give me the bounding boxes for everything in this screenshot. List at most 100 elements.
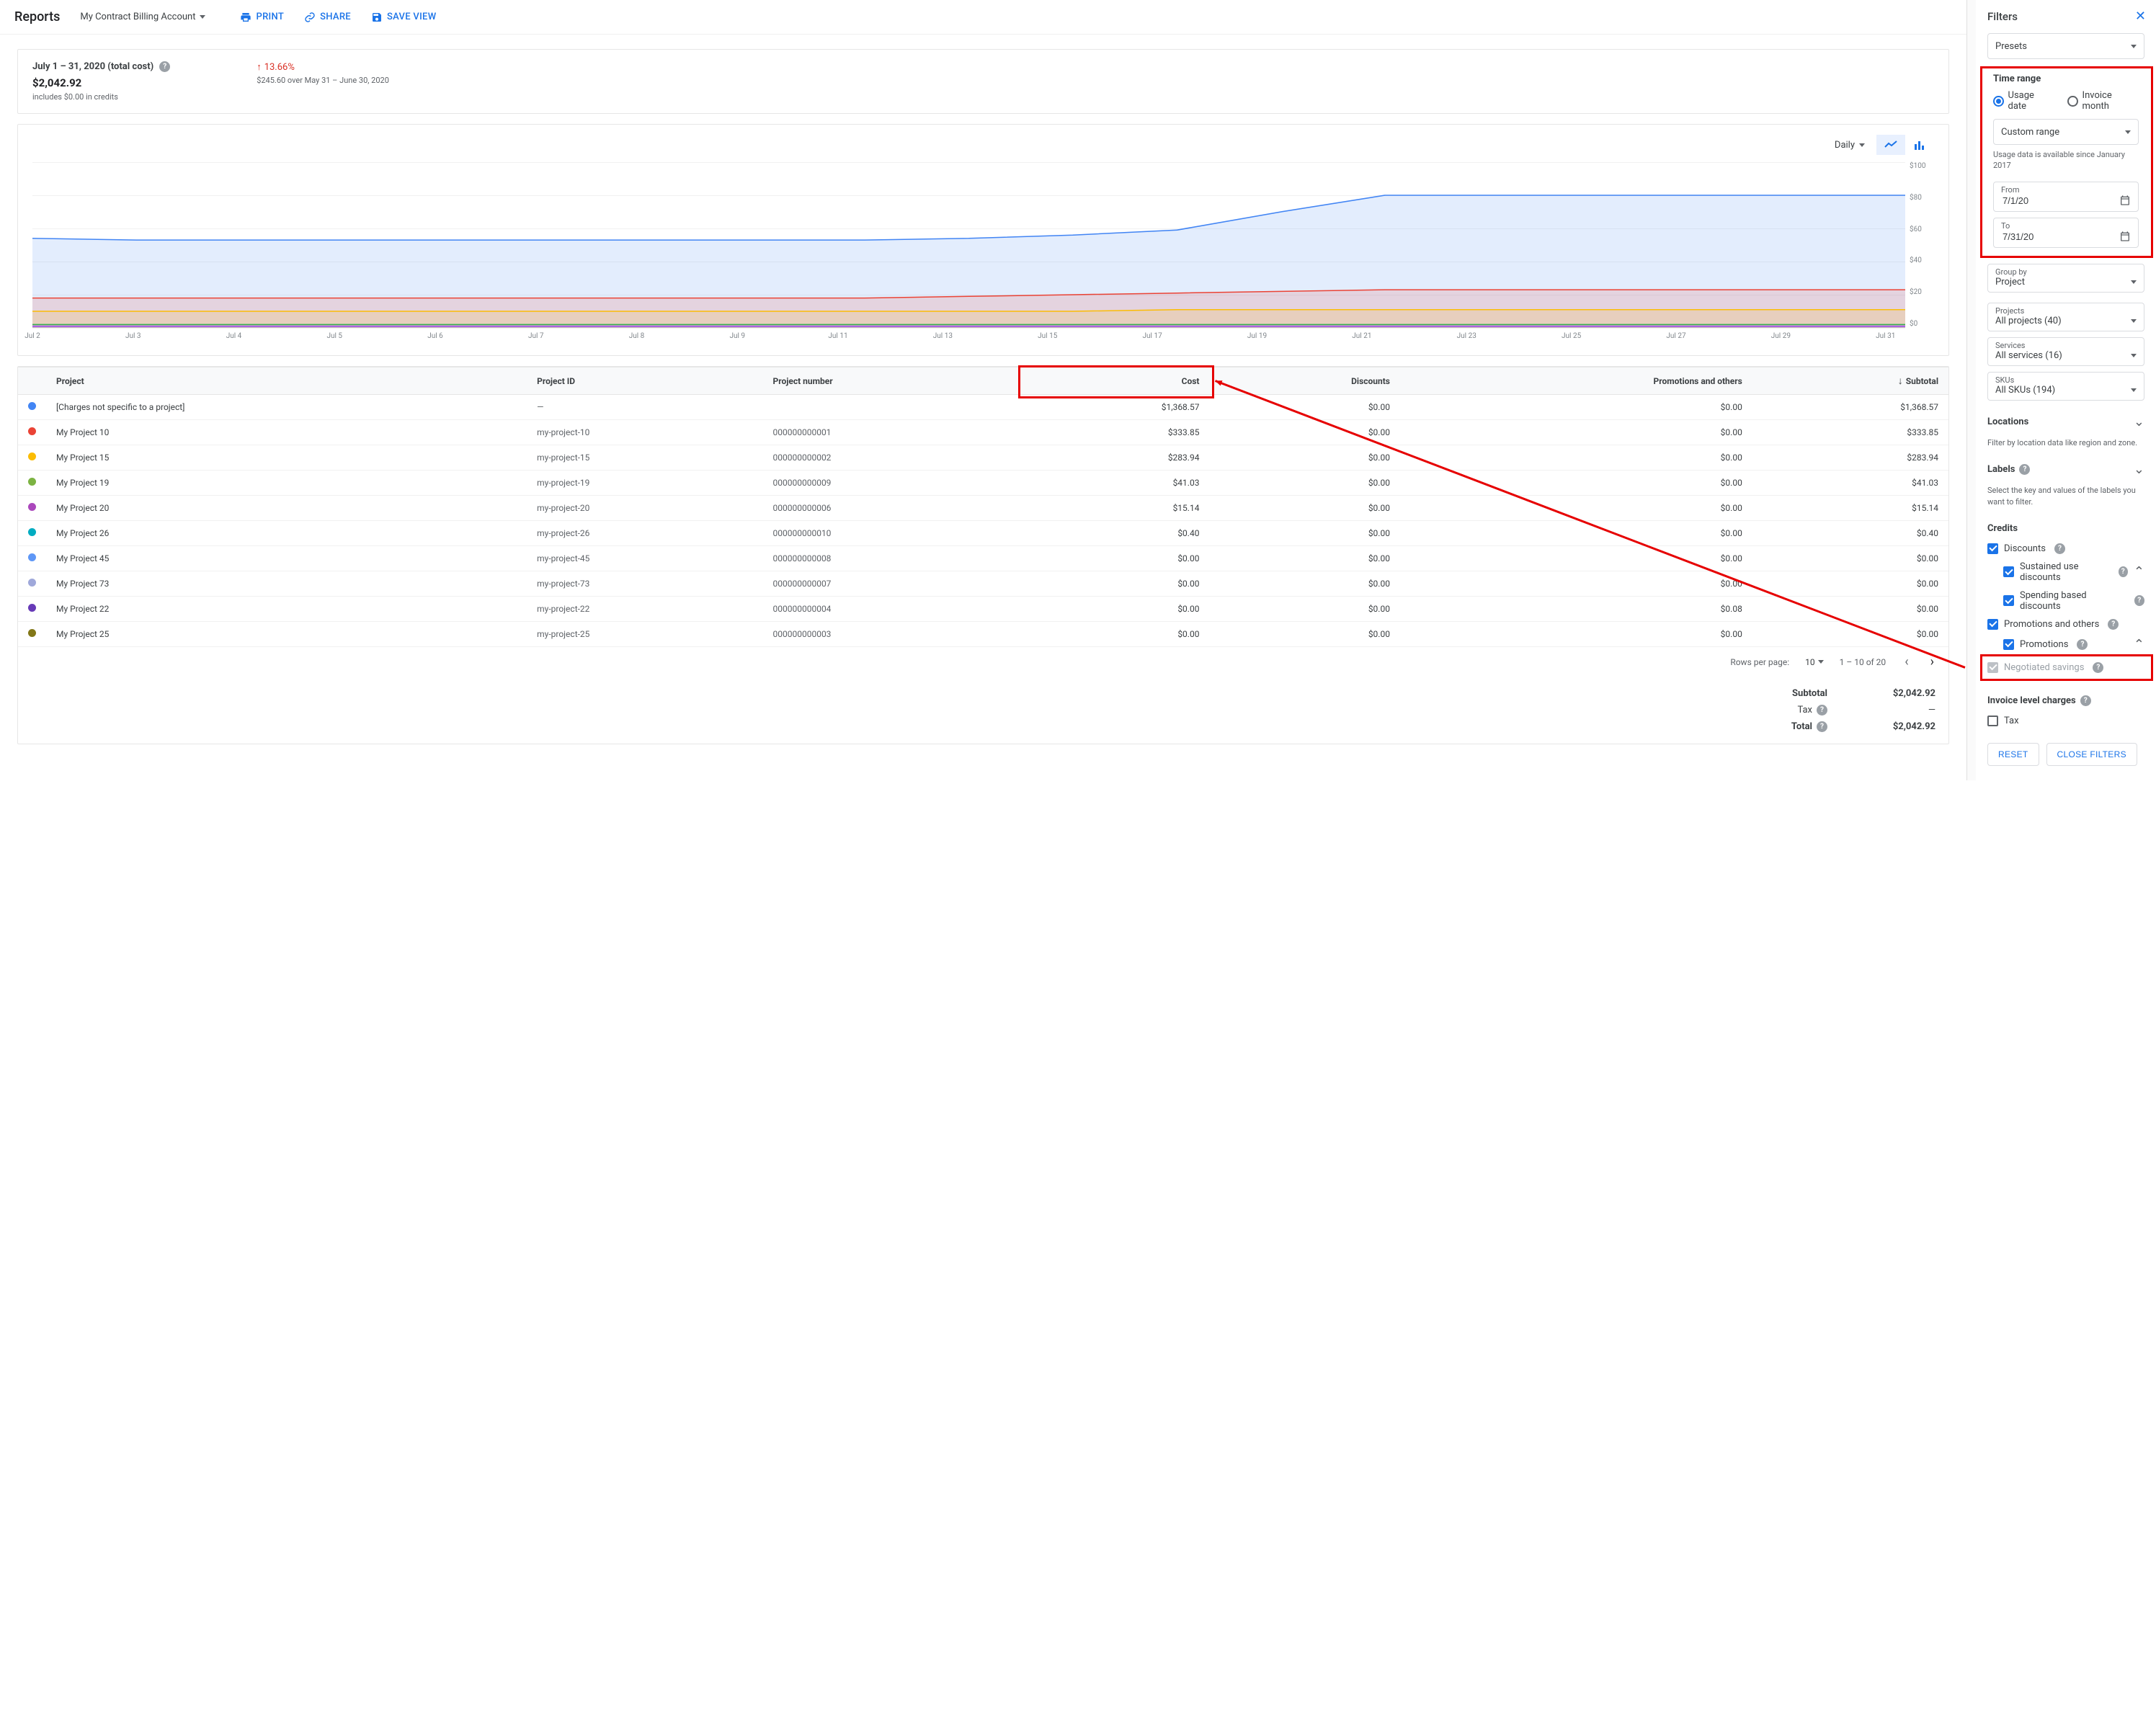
chevron-up-icon[interactable]: ⌃ (2134, 564, 2144, 579)
credits-title: Credits (1987, 523, 2144, 534)
table-row[interactable]: My Project 19my-project-19000000000009$4… (18, 471, 1948, 496)
help-icon[interactable]: ? (2119, 566, 2128, 577)
page-range: 1 – 10 of 20 (1840, 657, 1886, 667)
chevron-up-icon[interactable]: ⌃ (2134, 637, 2144, 652)
chevron-down-icon (2131, 45, 2137, 48)
table-row[interactable]: [Charges not specific to a project]—$1,3… (18, 395, 1948, 420)
calendar-icon[interactable] (2119, 231, 2131, 242)
credits-note: includes $0.00 in credits (32, 92, 170, 102)
help-icon[interactable]: ? (2080, 695, 2091, 706)
invoice-month-radio[interactable]: Invoice month (2067, 90, 2139, 112)
table-card: ProjectProject IDProject numberCostDisco… (17, 366, 1949, 744)
chevron-down-icon (2131, 319, 2137, 323)
delta-note: $245.60 over May 31 – June 30, 2020 (257, 76, 389, 85)
discounts-checkbox[interactable]: Discounts ? (1987, 540, 2144, 558)
table-row[interactable]: My Project 22my-project-22000000000004$0… (18, 597, 1948, 622)
totals-section: Subtotal$2,042.92 Tax?— Total?$2,042.92 (18, 677, 1948, 744)
help-icon[interactable]: ? (2093, 662, 2103, 673)
locations-section-toggle[interactable]: Locations ⌄ (1987, 411, 2144, 433)
line-chart-button[interactable] (1876, 135, 1905, 155)
help-icon[interactable]: ? (2077, 639, 2088, 650)
presets-select[interactable]: Presets (1987, 33, 2144, 59)
sustained-use-checkbox[interactable]: Sustained use discounts ? ⌃ (2003, 558, 2144, 587)
chart-card: Daily $100$80$60$40$20$0 Jul 2Jul 3Jul 4… (17, 124, 1949, 356)
help-icon[interactable]: ? (1817, 721, 1827, 732)
from-date-field[interactable]: From (1993, 182, 2139, 212)
spending-based-checkbox[interactable]: Spending based discounts ? (2003, 587, 2144, 615)
bar-chart-button[interactable] (1905, 135, 1934, 155)
share-button[interactable]: SHARE (304, 12, 351, 23)
total-amount: $2,042.92 (32, 76, 170, 89)
pager: Rows per page: 10 1 – 10 of 20 ‹ › (18, 647, 1948, 677)
save-icon (371, 12, 383, 23)
summary-card: July 1 – 31, 2020 (total cost) ? $2,042.… (17, 49, 1949, 114)
topbar: Reports My Contract Billing Account PRIN… (0, 0, 1966, 35)
col-project-id: Project ID (527, 367, 762, 395)
print-icon (240, 12, 251, 23)
filters-panel: Filters ✕ Presets Time range Usage date … (1976, 0, 2156, 780)
help-icon[interactable]: ? (2054, 543, 2065, 554)
checkbox-on-icon (2003, 595, 2014, 606)
range-preset-select[interactable]: Custom range (1993, 119, 2139, 145)
rows-per-page-select[interactable]: 10 (1805, 657, 1824, 667)
invoice-charges-title: Invoice level charges (1987, 695, 2076, 706)
from-date-input[interactable] (2001, 195, 2073, 207)
chevron-down-icon (2131, 354, 2137, 357)
account-name: My Contract Billing Account (80, 12, 195, 22)
table-row[interactable]: My Project 26my-project-26000000000010$0… (18, 521, 1948, 546)
table-row[interactable]: My Project 20my-project-20000000000006$1… (18, 496, 1948, 521)
close-icon[interactable]: ✕ (2135, 9, 2146, 24)
prev-page-button[interactable]: ‹ (1902, 654, 1911, 669)
help-icon[interactable]: ? (2134, 595, 2144, 606)
tax-value: — (1871, 705, 1936, 716)
group-by-select[interactable]: Group by Project (1987, 264, 2144, 293)
col-discounts: Discounts (1209, 367, 1400, 395)
to-date-input[interactable] (2001, 231, 2073, 243)
services-select[interactable]: Services All services (16) (1987, 337, 2144, 366)
help-icon[interactable]: ? (159, 61, 170, 72)
table-row[interactable]: My Project 73my-project-73000000000007$0… (18, 571, 1948, 597)
subtotal-value: $2,042.92 (1871, 688, 1936, 699)
labels-section-toggle[interactable]: Labels ? ⌄ (1987, 458, 2144, 481)
total-value: $2,042.92 (1871, 721, 1936, 732)
delta-indicator: ↑ 13.66% (257, 61, 389, 73)
next-page-button[interactable]: › (1928, 654, 1937, 669)
cost-table: ProjectProject IDProject numberCostDisco… (18, 367, 1948, 647)
to-date-field[interactable]: To (1993, 218, 2139, 248)
skus-select[interactable]: SKUs All SKUs (194) (1987, 372, 2144, 401)
table-row[interactable]: My Project 15my-project-15000000000002$2… (18, 445, 1948, 471)
account-selector[interactable]: My Contract Billing Account (80, 12, 205, 22)
checkbox-on-icon (1987, 543, 1998, 554)
granularity-selector[interactable]: Daily (1835, 140, 1865, 151)
chart-area: $100$80$60$40$20$0 Jul 2Jul 3Jul 4Jul 5J… (32, 162, 1934, 349)
table-row[interactable]: My Project 10my-project-10000000000001$3… (18, 420, 1948, 445)
chevron-down-icon (1818, 660, 1824, 664)
print-button[interactable]: PRINT (240, 12, 284, 23)
chevron-down-icon (1859, 143, 1865, 147)
col-cost: Cost (1022, 367, 1210, 395)
close-filters-button[interactable]: CLOSE FILTERS (2046, 743, 2137, 766)
chevron-down-icon (2131, 388, 2137, 392)
tax-checkbox[interactable]: Tax (1987, 712, 2144, 730)
table-row[interactable]: My Project 25my-project-25000000000003$0… (18, 622, 1948, 647)
arrow-up-icon: ↑ (257, 61, 262, 73)
help-icon[interactable]: ? (2108, 619, 2119, 630)
labels-hint: Select the key and values of the labels … (1987, 485, 2144, 507)
help-icon[interactable]: ? (2019, 464, 2030, 475)
chevron-down-icon (200, 15, 205, 19)
calendar-icon[interactable] (2119, 195, 2131, 206)
projects-select[interactable]: Projects All projects (40) (1987, 303, 2144, 331)
col-project-number: Project number (763, 367, 1022, 395)
chevron-down-icon (2125, 130, 2131, 134)
col-promotions: Promotions and others (1400, 367, 1752, 395)
help-icon[interactable]: ? (1817, 705, 1827, 716)
chevron-down-icon: ⌄ (2134, 414, 2144, 429)
promotions-checkbox[interactable]: Promotions ? ⌃ (2003, 633, 2144, 656)
checkbox-disabled-icon (1987, 662, 1998, 673)
reset-button[interactable]: RESET (1987, 743, 2039, 766)
table-row[interactable]: My Project 45my-project-45000000000008$0… (18, 546, 1948, 571)
save-view-button[interactable]: SAVE VIEW (371, 12, 437, 23)
radio-off-icon (2067, 96, 2078, 107)
usage-date-radio[interactable]: Usage date (1993, 90, 2053, 112)
promotions-others-checkbox[interactable]: Promotions and others ? (1987, 615, 2144, 633)
